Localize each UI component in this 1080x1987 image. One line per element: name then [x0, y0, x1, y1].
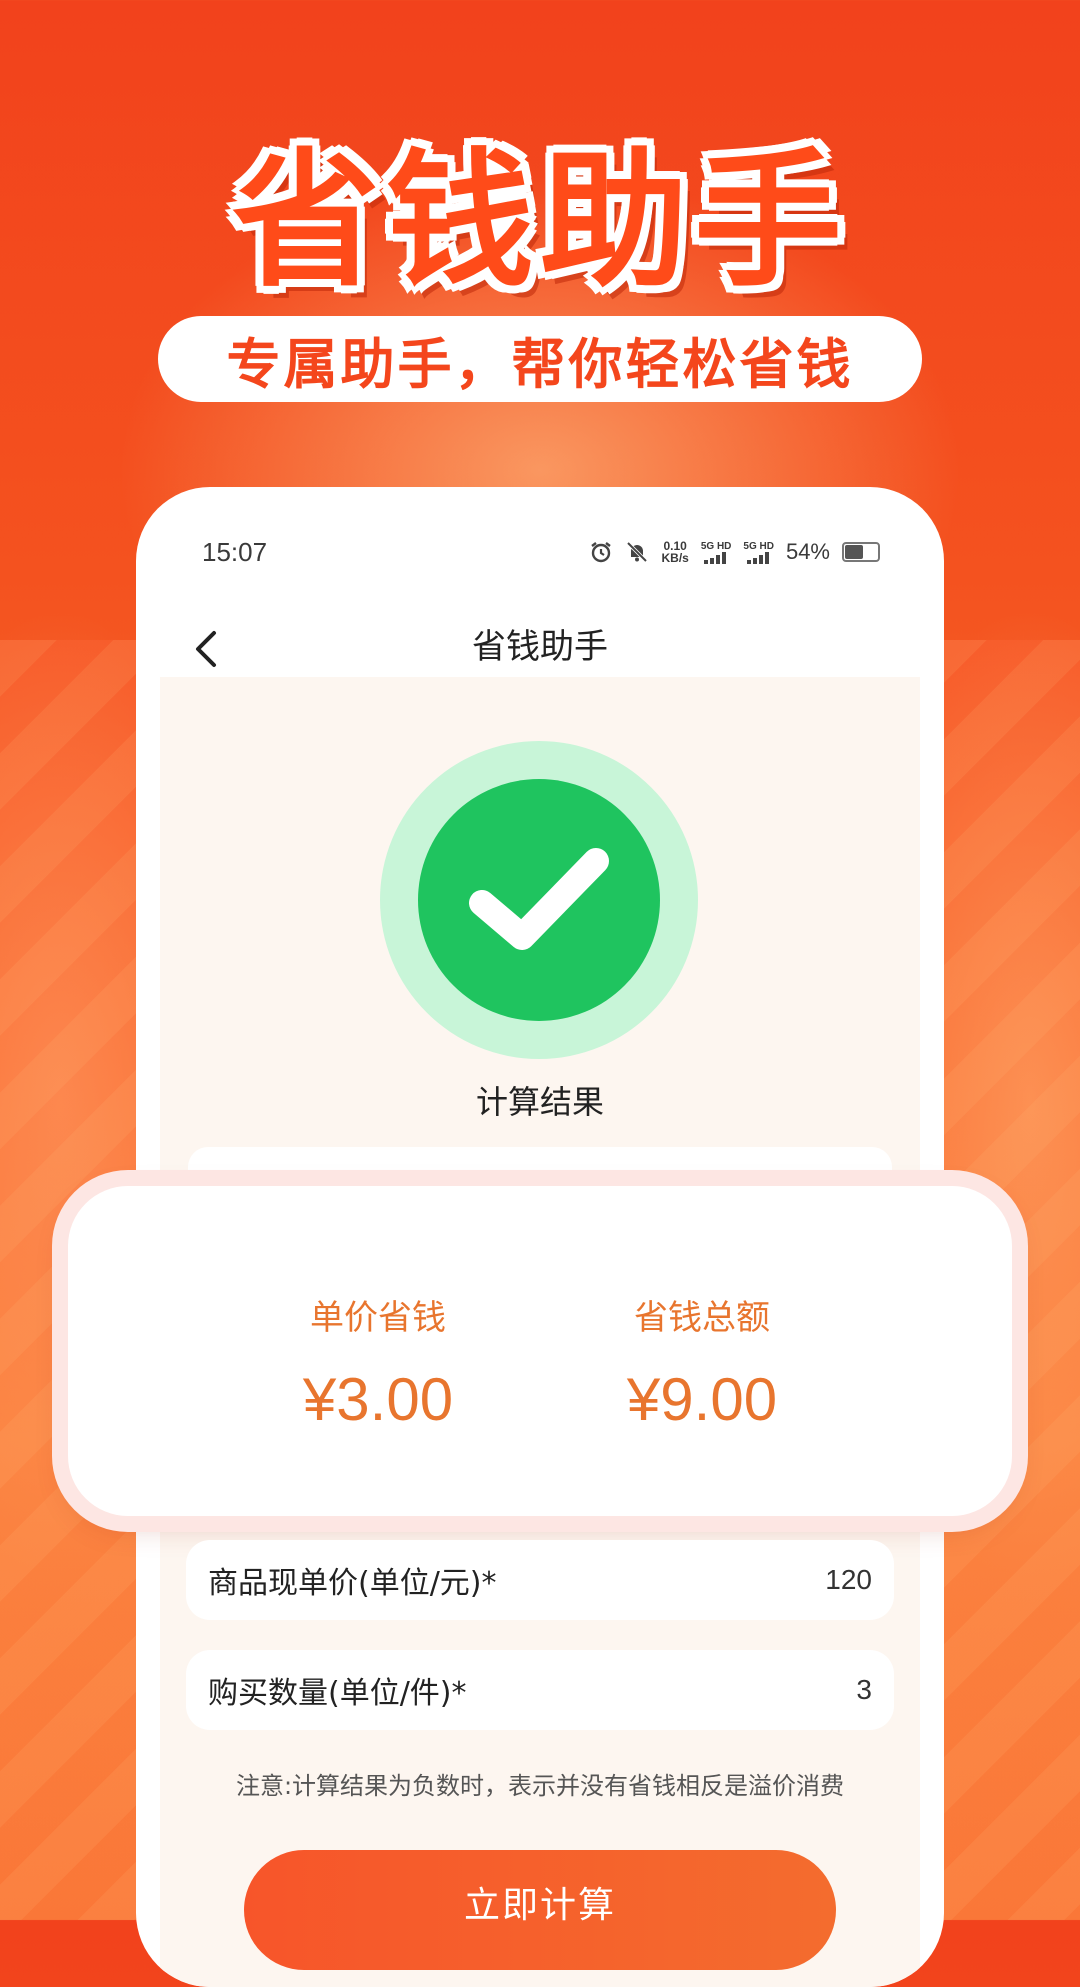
- signal-sim1: 5G HD: [701, 541, 731, 564]
- success-circle: [418, 779, 660, 1021]
- promo-tagline: 专属助手，帮你轻松省钱: [158, 316, 922, 402]
- result-card: 单价省钱 ¥3.00 省钱总额 ¥9.00: [68, 1186, 1012, 1516]
- calculate-button-label: 立即计算: [463, 1885, 616, 1926]
- promo-headline: 省钱助手: [232, 135, 848, 307]
- signal-bars-icon: [704, 551, 727, 564]
- status-bar: 15:07 0.10 KB/s 5G HD 5G HD 54%: [136, 487, 944, 597]
- unit-saving-value: ¥3.00: [302, 1366, 454, 1433]
- signal-bars-icon: [746, 551, 769, 564]
- status-time: 15:07: [202, 537, 268, 567]
- battery-percent: 54%: [785, 539, 830, 564]
- calculation-note: 注意:计算结果为负数时，表示并没有省钱相反是溢价消费: [235, 1772, 845, 1800]
- price-input[interactable]: 120: [825, 1564, 872, 1596]
- alarm-icon: [591, 542, 612, 563]
- total-saving: 省钱总额 ¥9.00: [552, 1186, 852, 1434]
- price-label: 商品现单价(单位/元)*: [208, 1566, 497, 1601]
- checkmark-icon: [469, 848, 609, 950]
- price-field[interactable]: 商品现单价(单位/元)* 120: [186, 1540, 894, 1620]
- quantity-label: 购买数量(单位/件)*: [208, 1676, 467, 1711]
- signal-sim2: 5G HD: [743, 541, 774, 564]
- unit-saving-label: 单价省钱: [310, 1298, 446, 1338]
- total-saving-label: 省钱总额: [634, 1298, 770, 1338]
- quantity-field[interactable]: 购买数量(单位/件)* 3: [186, 1650, 894, 1730]
- calculate-button[interactable]: 立即计算: [244, 1850, 836, 1970]
- result-title: 计算结果: [475, 1083, 604, 1121]
- network-speed: 0.10 KB/s: [661, 539, 689, 565]
- mute-bell-icon: [627, 541, 648, 563]
- success-halo: [380, 741, 698, 1059]
- status-icons: 0.10 KB/s 5G HD 5G HD 54%: [589, 539, 880, 565]
- back-arrow-icon[interactable]: [186, 627, 230, 671]
- quantity-input[interactable]: 3: [856, 1674, 872, 1706]
- unit-saving: 单价省钱 ¥3.00: [228, 1186, 528, 1434]
- total-saving-value: ¥9.00: [626, 1366, 778, 1433]
- battery-icon: [842, 542, 880, 562]
